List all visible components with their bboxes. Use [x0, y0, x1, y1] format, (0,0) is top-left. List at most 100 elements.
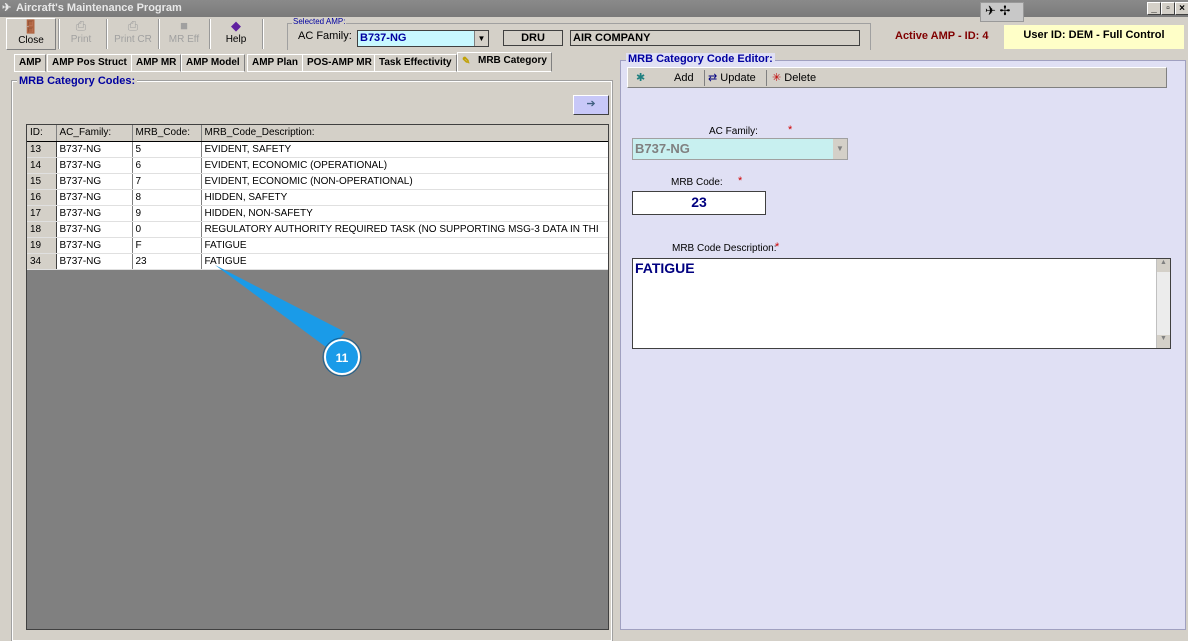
editor-ac-family-value: B737-NG — [635, 141, 690, 156]
close-label: Close — [18, 35, 44, 46]
arrow-right-icon: ➔ — [586, 98, 596, 110]
selected-amp-label: Selected AMP: — [292, 17, 347, 26]
tab-amp-plan[interactable]: AMP Plan — [247, 54, 303, 72]
column-header-id[interactable]: ID: — [27, 125, 57, 142]
print-button[interactable]: ⎙ Print — [56, 18, 106, 50]
cell-mrb-code: 5 — [132, 141, 202, 158]
tab-amp-pos-struct[interactable]: AMP Pos Struct — [47, 54, 132, 72]
delete-button[interactable]: ✳ Delete — [766, 70, 826, 86]
update-icon: ⇄ — [708, 72, 718, 84]
editor-ac-family-select[interactable]: B737-NG ▼ — [632, 138, 848, 160]
column-header-ac-family[interactable]: AC_Family: — [56, 125, 133, 142]
tab-amp-model[interactable]: AMP Model — [181, 54, 245, 72]
scroll-up-icon[interactable]: ▲ — [1157, 259, 1170, 272]
cell-ac-family: B737-NG — [56, 157, 133, 174]
minimize-button[interactable]: _ — [1147, 2, 1161, 15]
ac-family-value: B737-NG — [360, 32, 407, 44]
scroll-down-icon[interactable]: ▼ — [1157, 335, 1170, 348]
cell-description: FATIGUE — [201, 237, 608, 254]
tab-amp[interactable]: AMP — [14, 54, 47, 72]
tab-task-effectivity[interactable]: Task Effectivity — [374, 54, 457, 72]
required-marker: * — [775, 241, 780, 253]
add-button[interactable]: ✱ Add — [636, 70, 698, 86]
table-row[interactable]: 19 B737-NG F FATIGUE — [27, 237, 608, 254]
printer-icon: ⎙ — [127, 18, 139, 33]
door-icon: 🚪 — [22, 19, 40, 34]
print-cr-button[interactable]: ⎙ Print CR — [108, 18, 158, 50]
update-label: Update — [720, 72, 756, 84]
active-amp-status: Active AMP - ID: 4 — [895, 30, 989, 42]
chevron-down-icon[interactable]: ▼ — [474, 31, 488, 46]
help-button[interactable]: ◆ Help — [211, 18, 261, 50]
tab-pos-amp-mr[interactable]: POS-AMP MR — [302, 54, 377, 72]
cell-mrb-code: 8 — [132, 189, 202, 206]
mrb-codes-grid[interactable]: ID: AC_Family: MRB_Code: MRB_Code_Descri… — [26, 124, 609, 630]
description-label: MRB Code Description: — [672, 243, 777, 254]
window-title: Aircraft's Maintenance Program — [16, 2, 182, 14]
column-header-mrb-code[interactable]: MRB_Code: — [132, 125, 202, 142]
cell-description: EVIDENT, SAFETY — [201, 141, 608, 158]
transfer-arrow-button[interactable]: ➔ — [573, 95, 609, 115]
close-window-button[interactable]: × — [1175, 2, 1188, 15]
tab-mrb-category[interactable]: ✎ MRB Category — [457, 52, 552, 72]
cell-mrb-code: 6 — [132, 157, 202, 174]
separator — [262, 19, 264, 49]
tab-amp-mr[interactable]: AMP MR — [131, 54, 182, 72]
ac-family-select[interactable]: B737-NG ▼ — [357, 30, 489, 47]
table-row[interactable]: 16 B737-NG 8 HIDDEN, SAFETY — [27, 189, 608, 206]
cell-ac-family: B737-NG — [56, 253, 133, 270]
tab-mrb-category-label: MRB Category — [478, 55, 547, 66]
cell-id: 19 — [27, 237, 57, 254]
editor-title: MRB Category Code Editor: — [626, 53, 775, 65]
required-marker: * — [788, 124, 793, 136]
ac-family-label: AC Family: — [298, 30, 352, 42]
cell-description: REGULATORY AUTHORITY REQUIRED TASK (NO S… — [201, 221, 608, 238]
cell-id: 15 — [27, 173, 57, 190]
table-row[interactable]: 18 B737-NG 0 REGULATORY AUTHORITY REQUIRED … — [27, 221, 608, 238]
editor-ac-family-label: AC Family: — [709, 126, 758, 137]
cell-description: FATIGUE — [201, 253, 608, 270]
close-button[interactable]: 🚪 Close — [6, 18, 56, 50]
cell-ac-family: B737-NG — [56, 173, 133, 190]
cell-description: HIDDEN, SAFETY — [201, 189, 608, 206]
help-label: Help — [225, 34, 247, 45]
cell-mrb-code: 9 — [132, 205, 202, 222]
notepad-icon: ✎ — [462, 56, 471, 67]
editor-toolbar: ✱ Add ⇄ Update ✳ Delete — [627, 67, 1167, 88]
cell-id: 18 — [27, 221, 57, 238]
cell-mrb-code: F — [132, 237, 202, 254]
cell-id: 14 — [27, 157, 57, 174]
required-marker: * — [738, 175, 743, 187]
table-row[interactable]: 15 B737-NG 7 EVIDENT, ECONOMIC (NON-OPERATI… — [27, 173, 608, 190]
cell-description: EVIDENT, ECONOMIC (OPERATIONAL) — [201, 157, 608, 174]
mr-eff-button[interactable]: ■ MR Eff — [159, 18, 209, 50]
cell-id: 17 — [27, 205, 57, 222]
add-label: Add — [674, 72, 694, 84]
restore-button[interactable]: ▫ — [1161, 2, 1175, 15]
update-button[interactable]: ⇄ Update — [704, 70, 764, 86]
app-plane-icon: ✈ — [2, 2, 12, 14]
mr-eff-label: MR Eff — [168, 34, 200, 45]
print-cr-label: Print CR — [114, 34, 152, 45]
chevron-down-icon[interactable]: ▼ — [833, 139, 847, 159]
cell-ac-family: B737-NG — [56, 237, 133, 254]
table-row[interactable]: 17 B737-NG 9 HIDDEN, NON-SAFETY — [27, 205, 608, 222]
operator-code: DRU — [503, 30, 563, 46]
vertical-scrollbar[interactable]: ▲ ▼ — [1156, 259, 1170, 348]
add-record-icon: ✱ — [636, 72, 646, 84]
table-row[interactable]: 13 B737-NG 5 EVIDENT, SAFETY — [27, 141, 608, 158]
print-label: Print — [70, 34, 92, 45]
table-row[interactable]: 14 B737-NG 6 EVIDENT, ECONOMIC (OPERATIONAL… — [27, 157, 608, 174]
description-value: FATIGUE — [635, 260, 695, 276]
plane-icons: ✈ ✢ — [980, 2, 1024, 22]
mrb-code-label: MRB Code: — [671, 177, 723, 188]
cell-mrb-code: 0 — [132, 221, 202, 238]
cell-description: HIDDEN, NON-SAFETY — [201, 205, 608, 222]
user-status: User ID: DEM - Full Control — [1004, 25, 1184, 49]
description-textarea[interactable]: FATIGUE ▲ ▼ — [632, 258, 1171, 349]
column-header-description[interactable]: MRB_Code_Description: — [201, 125, 608, 142]
mrb-codes-title: MRB Category Codes: — [17, 75, 138, 87]
mrb-code-input[interactable]: 23 — [632, 191, 766, 215]
printer-icon: ⎙ — [75, 18, 87, 33]
table-row[interactable]: 34 B737-NG 23 FATIGUE — [27, 253, 608, 270]
